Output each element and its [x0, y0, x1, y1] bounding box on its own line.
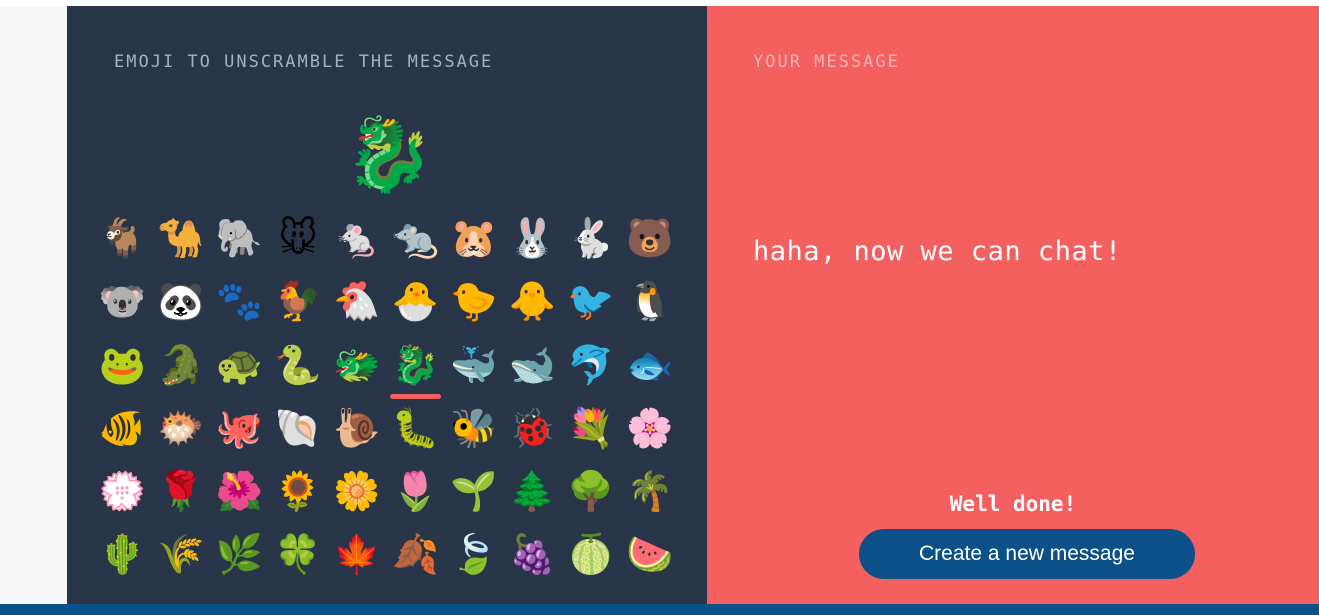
emoji-option[interactable]: 🐤	[445, 277, 504, 340]
emoji-option[interactable]: 🐓	[269, 277, 328, 340]
emoji-option[interactable]: 🐦	[562, 277, 621, 340]
emoji-option[interactable]: 🌱	[445, 467, 504, 530]
emoji-option[interactable]: 🍃	[445, 530, 504, 593]
emoji-option[interactable]: 🐠	[93, 404, 152, 467]
emoji-option[interactable]: 🌳	[562, 467, 621, 530]
emoji-option[interactable]: 🐙	[210, 404, 269, 467]
emoji-option[interactable]: 🐞	[503, 404, 562, 467]
emoji-option[interactable]: 💮	[93, 467, 152, 530]
success-text: Well done!	[949, 492, 1077, 516]
emoji-option[interactable]: 🐪	[152, 214, 211, 277]
emoji-option[interactable]: 🐚	[269, 404, 328, 467]
emoji-option[interactable]: 🌿	[210, 530, 269, 593]
emoji-option[interactable]: 🐻	[620, 214, 679, 277]
emoji-option[interactable]: 🐳	[445, 341, 504, 404]
message-panel-heading: YOUR MESSAGE	[753, 52, 900, 72]
emoji-option[interactable]: 🌻	[269, 467, 328, 530]
emoji-option[interactable]: 🐲	[327, 341, 386, 404]
emoji-option[interactable]: 🐛	[386, 404, 445, 467]
decoded-message: haha, now we can chat!	[753, 236, 1122, 267]
emoji-option[interactable]: 🐡	[152, 404, 211, 467]
emoji-option[interactable]: 🌸	[620, 404, 679, 467]
emoji-option[interactable]: 🐔	[327, 277, 386, 340]
emoji-option[interactable]: 🌷	[386, 467, 445, 530]
emoji-option[interactable]: 🐼	[152, 277, 211, 340]
emoji-option[interactable]: 🐐	[93, 214, 152, 277]
emoji-option[interactable]: 🌺	[210, 467, 269, 530]
emoji-option[interactable]: 🐰	[503, 214, 562, 277]
emoji-option[interactable]: 🐉	[386, 341, 445, 404]
emoji-option[interactable]: 🐊	[152, 341, 211, 404]
create-new-message-button[interactable]: Create a new message	[859, 529, 1195, 579]
emoji-grid: 🐐 🐪 🐘 🐭 🐁 🐀 🐹 🐰 🐇 🐻 🐨 🐼 🐾 🐓 🐔 🐣 🐤 🐥 🐦 🐧 🐸 🐊 🐢 🐍 🐲 🐉 🐳 🐋 🐬 🐟 🐠 🐡 🐙 🐚 🐌 🐛 🐝 🐞 💐 🌸…	[93, 214, 679, 594]
emoji-option[interactable]: 🐌	[327, 404, 386, 467]
emoji-option[interactable]: 🐟	[620, 341, 679, 404]
emoji-option[interactable]: 🐝	[445, 404, 504, 467]
emoji-option[interactable]: 🍁	[327, 530, 386, 593]
emoji-option[interactable]: 🍂	[386, 530, 445, 593]
emoji-option[interactable]: 🌵	[93, 530, 152, 593]
emoji-option[interactable]: 🐭	[269, 214, 328, 277]
emoji-option[interactable]: 🐍	[269, 341, 328, 404]
emoji-option[interactable]: 🐋	[503, 341, 562, 404]
emoji-option[interactable]: 🐾	[210, 277, 269, 340]
emoji-option[interactable]: 🌼	[327, 467, 386, 530]
left-gutter	[0, 6, 67, 604]
emoji-option[interactable]: 🐀	[386, 214, 445, 277]
bottom-bar	[0, 604, 1319, 615]
emoji-option[interactable]: 🍉	[620, 530, 679, 593]
emoji-option[interactable]: 🍇	[503, 530, 562, 593]
emoji-option[interactable]: 💐	[562, 404, 621, 467]
emoji-option[interactable]: 🐬	[562, 341, 621, 404]
emoji-panel: EMOJI TO UNSCRAMBLE THE MESSAGE 🐉 🐐 🐪 🐘 🐭 🐁 🐀…	[67, 6, 707, 604]
emoji-option[interactable]: 🌴	[620, 467, 679, 530]
emoji-option[interactable]: 🐘	[210, 214, 269, 277]
emoji-option[interactable]: 🐢	[210, 341, 269, 404]
emoji-option[interactable]: 🐥	[503, 277, 562, 340]
emoji-option[interactable]: 🌲	[503, 467, 562, 530]
emoji-option[interactable]: 🐁	[327, 214, 386, 277]
emoji-option[interactable]: 🐇	[562, 214, 621, 277]
emoji-option[interactable]: 🍀	[269, 530, 328, 593]
emoji-option[interactable]: 🐹	[445, 214, 504, 277]
emoji-option[interactable]: 🐧	[620, 277, 679, 340]
emoji-option[interactable]: 🌾	[152, 530, 211, 593]
emoji-panel-heading: EMOJI TO UNSCRAMBLE THE MESSAGE	[114, 52, 494, 72]
emoji-option[interactable]: 🌹	[152, 467, 211, 530]
emoji-option[interactable]: 🐣	[386, 277, 445, 340]
message-panel: YOUR MESSAGE haha, now we can chat! Well…	[707, 6, 1319, 604]
emoji-option[interactable]: 🍈	[562, 530, 621, 593]
selected-emoji: 🐉	[344, 112, 434, 196]
emoji-option[interactable]: 🐨	[93, 277, 152, 340]
emoji-option[interactable]: 🐸	[93, 341, 152, 404]
